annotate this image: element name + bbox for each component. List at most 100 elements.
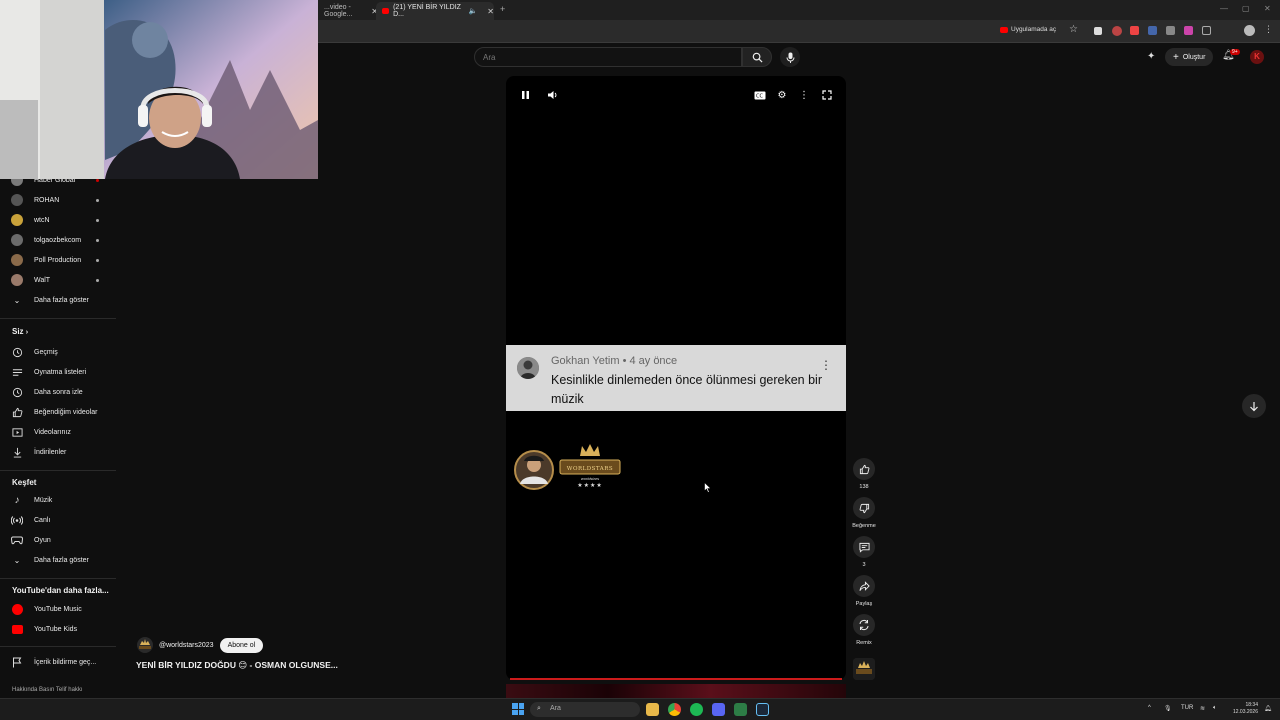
extensions-puzzle-icon[interactable] bbox=[1202, 26, 1211, 35]
maximize-icon[interactable]: ▢ bbox=[1242, 4, 1250, 13]
extension-icon[interactable] bbox=[1112, 26, 1122, 36]
bookmark-star-icon[interactable]: ☆ bbox=[1069, 24, 1078, 35]
channel-handle[interactable]: @worldstars2023 bbox=[159, 642, 214, 649]
clock[interactable]: 18:34 12.03.2026 bbox=[1226, 702, 1258, 716]
extension-icon[interactable] bbox=[1166, 26, 1175, 35]
voice-search-button[interactable] bbox=[780, 47, 800, 67]
sidebar-item-music[interactable]: ♪ Müzik bbox=[10, 491, 115, 509]
short-title[interactable]: YENİ BİR YILDIZ DOĞDU 😊 - OSMAN OLGUNSE.… bbox=[136, 660, 338, 671]
extension-icon[interactable] bbox=[1184, 26, 1193, 35]
like-button[interactable] bbox=[853, 458, 875, 480]
thumb-up-icon bbox=[859, 464, 869, 474]
search-button[interactable] bbox=[742, 47, 772, 67]
tab-label: ...video - Google... bbox=[324, 4, 353, 18]
youtube-kids-icon bbox=[11, 624, 23, 634]
chevron-down-icon: ⌄ bbox=[13, 555, 21, 565]
sidebar-item-label: ROHAN bbox=[34, 196, 60, 204]
divider bbox=[0, 318, 116, 319]
cast-settings-icon[interactable]: ✦ bbox=[1147, 51, 1155, 62]
volume-icon[interactable] bbox=[545, 88, 559, 102]
discord-icon[interactable] bbox=[712, 703, 725, 716]
create-button[interactable]: + Oluştur bbox=[1165, 48, 1214, 66]
download-icon bbox=[10, 445, 24, 459]
close-tab-icon[interactable]: ✕ bbox=[487, 7, 494, 16]
new-content-dot bbox=[96, 218, 99, 222]
more-options-icon[interactable]: ⋮ bbox=[797, 88, 811, 102]
wifi-icon[interactable]: ≋ bbox=[1200, 705, 1205, 712]
sidebar-item-subscription[interactable]: Poll Production bbox=[10, 251, 115, 269]
app-icon[interactable] bbox=[734, 703, 747, 716]
sidebar-item-subscription[interactable]: tolgaozbekcom bbox=[10, 231, 115, 249]
sound-thumbnail[interactable] bbox=[853, 658, 875, 680]
new-tab-button[interactable]: + bbox=[500, 4, 505, 14]
sidebar-item-watch-later[interactable]: Daha sonra izle bbox=[10, 383, 115, 401]
minimize-icon[interactable]: — bbox=[1220, 4, 1228, 13]
steam-icon[interactable] bbox=[756, 703, 769, 716]
next-short-button[interactable] bbox=[1242, 394, 1266, 418]
sidebar-item-youtube-kids[interactable]: YouTube Kids bbox=[10, 620, 115, 638]
tab-youtube[interactable]: (21) YENİ BİR YILDIZ D... 🔈 ✕ bbox=[376, 2, 494, 20]
sidebar: Haber Global ROHAN wtcN tolgaozbekcom Po… bbox=[0, 170, 118, 700]
channel-avatar bbox=[11, 274, 23, 286]
sidebar-item-history[interactable]: Geçmiş bbox=[10, 343, 115, 361]
pause-icon[interactable] bbox=[518, 88, 532, 102]
sidebar-item-liked-videos[interactable]: Beğendiğim videolar bbox=[10, 403, 115, 421]
sidebar-item-playlists[interactable]: Oynatma listeleri bbox=[10, 363, 115, 381]
comment-text: Kesinlikle dinlemeden önce ölünmesi gere… bbox=[551, 373, 822, 406]
captions-icon[interactable]: CC bbox=[752, 88, 767, 102]
extension-icon[interactable] bbox=[1148, 26, 1157, 35]
settings-gear-icon[interactable]: ⚙ bbox=[775, 88, 789, 102]
youtube-music-icon bbox=[11, 603, 23, 615]
open-in-app-button[interactable]: Uygulamada aç bbox=[1000, 26, 1056, 33]
sidebar-item-report-history[interactable]: İçerik bildirme geç... bbox=[10, 653, 115, 671]
spotify-icon[interactable] bbox=[690, 703, 703, 716]
fullscreen-icon[interactable] bbox=[820, 88, 834, 102]
sidebar-item-live[interactable]: Canlı bbox=[10, 511, 115, 529]
next-short-preview[interactable] bbox=[506, 684, 846, 698]
sidebar-item-label: Canlı bbox=[34, 516, 51, 524]
search-input[interactable]: Ara bbox=[474, 47, 742, 67]
sidebar-item-youtube-music[interactable]: YouTube Music bbox=[10, 600, 115, 618]
show-more-button[interactable]: ⌄ Daha fazla göster bbox=[10, 291, 115, 309]
subscribe-button[interactable]: Abone ol bbox=[219, 637, 264, 653]
you-section-heading[interactable]: Siz › bbox=[12, 327, 28, 336]
dislike-button[interactable] bbox=[853, 497, 875, 519]
notification-center-icon[interactable]: 🔔︎ bbox=[1264, 705, 1272, 712]
account-avatar[interactable]: K bbox=[1250, 50, 1264, 64]
close-window-icon[interactable]: ✕ bbox=[1264, 4, 1271, 13]
sidebar-item-subscription[interactable]: wtcN bbox=[10, 211, 115, 229]
profile-avatar[interactable] bbox=[1244, 25, 1255, 36]
remix-button[interactable] bbox=[853, 614, 875, 636]
sidebar-item-label: YouTube Music bbox=[34, 605, 82, 613]
sidebar-item-gaming[interactable]: Oyun bbox=[10, 531, 115, 549]
file-explorer-icon[interactable] bbox=[646, 703, 659, 716]
sidebar-item-subscription[interactable]: WalT bbox=[10, 271, 115, 289]
short-channel-row: @worldstars2023 Abone ol bbox=[137, 637, 264, 653]
sidebar-item-subscription[interactable]: ROHAN bbox=[10, 191, 115, 209]
chrome-icon[interactable] bbox=[668, 703, 681, 716]
comment-menu-icon[interactable]: ⋮ bbox=[820, 358, 832, 372]
menu-dots-icon[interactable]: ⋮ bbox=[1264, 24, 1273, 35]
taskbar-search-input[interactable]: Ara bbox=[530, 702, 640, 717]
share-button[interactable] bbox=[853, 575, 875, 597]
language-indicator[interactable]: TUR bbox=[1181, 705, 1193, 711]
comments-button[interactable] bbox=[853, 536, 875, 558]
tray-chevron-up-icon[interactable]: ^ bbox=[1148, 705, 1151, 711]
video-progress-bar[interactable] bbox=[510, 678, 842, 680]
footer-links[interactable]: Hakkında Basın Telif hakkı bbox=[12, 687, 83, 693]
show-more-button[interactable]: ⌄ Daha fazla göster bbox=[10, 551, 115, 569]
extension-icon[interactable] bbox=[1130, 26, 1139, 35]
tab-google[interactable]: ...video - Google... ✕ bbox=[318, 2, 378, 20]
windows-start-icon[interactable] bbox=[512, 703, 524, 715]
channel-avatar[interactable] bbox=[137, 637, 153, 653]
sidebar-item-label: Daha sonra izle bbox=[34, 388, 83, 396]
plus-icon: + bbox=[1173, 51, 1179, 63]
sidebar-item-label: İndirilenler bbox=[34, 448, 67, 456]
microphone-tray-icon[interactable]: 🎙︎ bbox=[1164, 705, 1172, 712]
volume-tray-icon[interactable]: 🔈︎ bbox=[1213, 705, 1217, 712]
youtube-favicon-icon bbox=[382, 8, 390, 14]
sidebar-item-your-videos[interactable]: Videolarınız bbox=[10, 423, 115, 441]
tab-label: (21) YENİ BİR YILDIZ D... bbox=[393, 4, 461, 18]
extension-icon[interactable] bbox=[1094, 27, 1102, 35]
sidebar-item-downloads[interactable]: İndirilenler bbox=[10, 443, 115, 461]
